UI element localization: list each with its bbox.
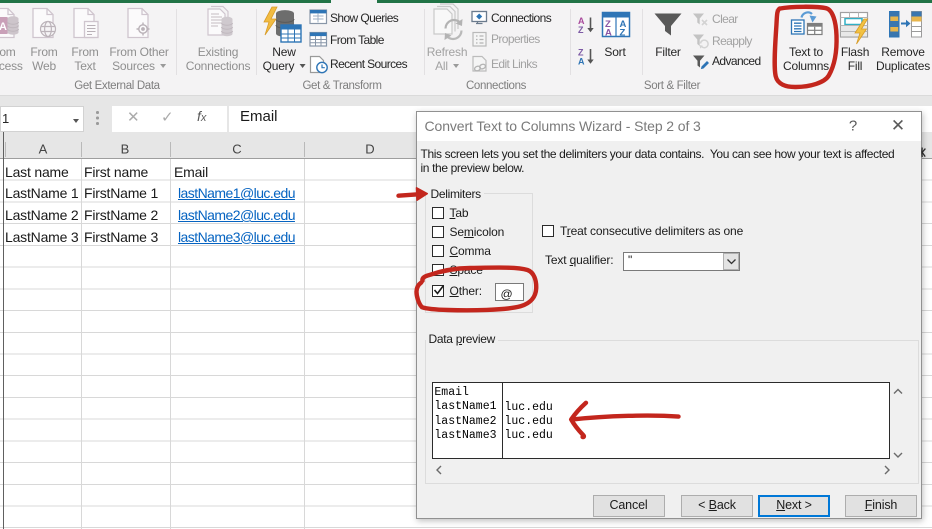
svg-text:A: A — [578, 57, 585, 67]
svg-text:A: A — [0, 21, 7, 33]
svg-text:Z: Z — [578, 25, 584, 35]
svg-text:A: A — [605, 28, 612, 39]
svg-text:Z: Z — [620, 28, 626, 39]
